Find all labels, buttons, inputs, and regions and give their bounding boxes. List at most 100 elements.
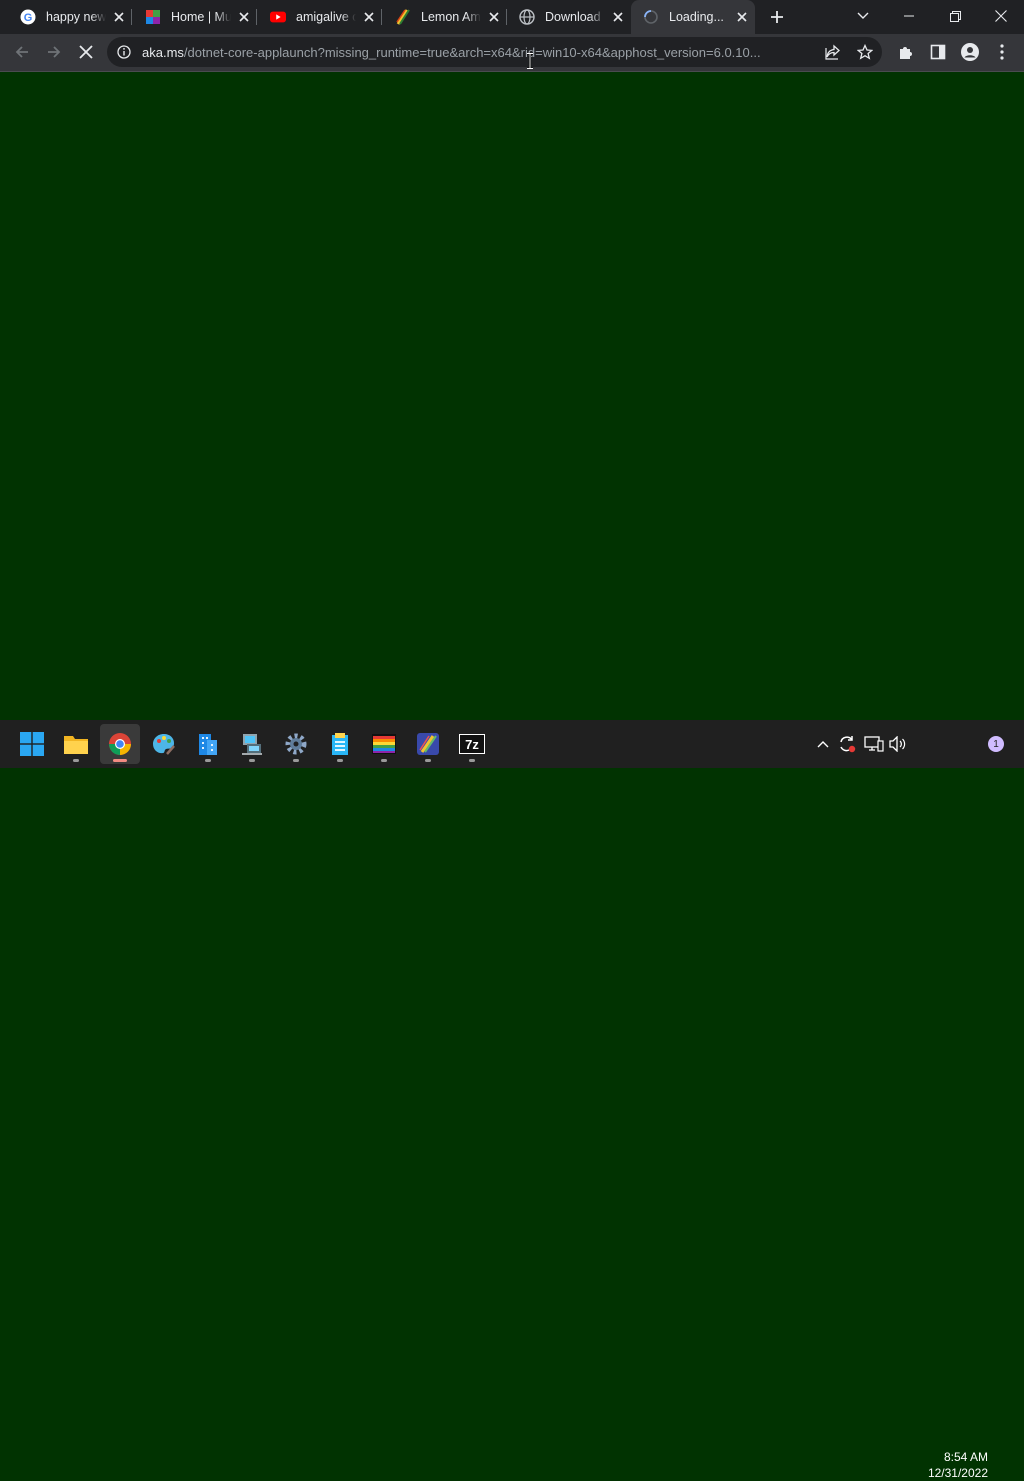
running-indicator [425,759,431,762]
running-indicator [381,759,387,762]
more-vertical-icon [1000,44,1004,60]
tab-lemon-amiga[interactable]: Lemon Amiga [383,0,507,34]
notification-badge[interactable]: 1 [988,736,1004,752]
taskbar-file-explorer[interactable] [56,724,96,764]
restore-icon [949,10,961,22]
running-indicator [249,759,255,762]
tab-close-icon[interactable] [112,10,126,24]
amiga-emulator-icon [372,734,396,754]
taskbar-settings[interactable] [276,724,316,764]
tab-separator [256,9,257,25]
globe-icon [519,9,535,25]
tab-separator [131,9,132,25]
tab-loading[interactable]: Loading... [631,0,755,34]
url-text[interactable]: aka.ms/dotnet-core-applaunch?missing_run… [142,45,822,61]
windows-start-icon [20,732,44,756]
tab-happy-new-year[interactable]: G happy new year [8,0,132,34]
settings-gear-icon [285,733,307,755]
chevron-down-icon [857,12,869,19]
tab-home-multi[interactable]: Home | Multi [133,0,257,34]
youtube-icon [270,9,286,25]
taskbar-lemon-amiga-app[interactable] [408,724,448,764]
tab-close-icon[interactable] [362,10,376,24]
7zip-icon: 7z [459,734,485,754]
building-app-icon [199,734,217,755]
tab-strip: G happy new year Home | Multi amigalive … [0,0,1024,34]
side-panel-button[interactable] [926,40,950,64]
tab-close-icon[interactable] [611,10,625,24]
taskbar-clock[interactable]: 8:54 AM 12/31/2022 [914,1449,988,1481]
tab-separator [381,9,382,25]
tab-title: Loading... [669,10,724,24]
url-host: aka.ms [142,45,184,60]
site-logo-icon [145,9,161,25]
show-hidden-icons-button[interactable] [813,734,833,754]
tab-close-icon[interactable] [735,10,749,24]
running-indicator [337,759,343,762]
puzzle-icon [900,47,912,59]
taskbar-building-app[interactable] [188,724,228,764]
running-indicator [293,759,299,762]
sync-icon [840,736,856,753]
arrow-right-icon [48,46,61,58]
page-content [0,72,1024,720]
lemon-amiga-icon [395,9,411,25]
svg-text:G: G [24,12,33,24]
bookmark-button[interactable] [855,42,875,62]
tab-title: Home | Multi [171,10,231,24]
forward-button[interactable] [42,40,66,64]
tray-sync-icon-button[interactable] [837,734,857,754]
taskbar-7zip[interactable]: 7z [452,724,492,764]
chrome-icon [109,733,131,755]
arrow-left-icon [15,46,28,58]
minimize-button[interactable] [886,0,932,32]
tab-title: happy new year [46,10,106,24]
profile-button[interactable] [958,40,982,64]
archive-app-icon [332,733,348,755]
info-icon[interactable] [117,45,131,59]
file-explorer-icon [64,736,88,754]
chevron-up-icon [817,741,829,748]
share-button[interactable] [823,42,843,62]
restore-button[interactable] [932,0,978,32]
close-icon [995,10,1007,22]
tab-amigalive[interactable]: amigalive on [258,0,382,34]
tab-search-button[interactable] [840,0,886,32]
network-app-icon [242,734,262,755]
clock-date: 12/31/2022 [927,1466,988,1480]
close-window-button[interactable] [978,0,1024,32]
start-button[interactable] [12,724,52,764]
tab-title: Lemon Amiga [421,10,481,24]
chrome-menu-button[interactable] [990,40,1014,64]
stop-loading-button[interactable] [74,40,98,64]
taskbar-paint[interactable] [144,724,184,764]
url-path: /dotnet-core-applaunch?missing_runtime=t… [183,45,761,60]
taskbar-chrome[interactable] [100,724,140,764]
tab-title: amigalive on [296,10,356,24]
taskbar-network-app[interactable] [232,724,272,764]
tray-volume-button[interactable] [888,734,908,754]
volume-icon [889,736,906,752]
address-bar[interactable]: aka.ms/dotnet-core-applaunch?missing_run… [107,37,882,67]
new-tab-button[interactable] [765,6,789,28]
browser-toolbar: aka.ms/dotnet-core-applaunch?missing_run… [0,34,1024,72]
minimize-icon [904,15,914,17]
lemon-amiga-app-icon [417,733,439,755]
svg-text:7z: 7z [465,737,479,752]
taskbar-archive-app[interactable] [320,724,360,764]
tab-close-icon[interactable] [237,10,251,24]
extensions-button[interactable] [894,40,918,64]
back-button[interactable] [10,40,34,64]
network-icon [864,736,884,752]
windows-taskbar: 7z 8:54 AM 12/31/2022 [0,720,1024,1480]
plus-icon [771,11,783,23]
close-icon [79,45,93,59]
running-indicator [205,759,211,762]
tab-title: Download .NET [545,10,605,24]
clock-time: 8:54 AM [943,1450,988,1464]
taskbar-amiga-emulator[interactable] [364,724,404,764]
tab-download-dotnet[interactable]: Download .NET [507,0,631,34]
running-indicator [469,759,475,762]
tab-close-icon[interactable] [487,10,501,24]
tray-network-button[interactable] [864,734,884,754]
